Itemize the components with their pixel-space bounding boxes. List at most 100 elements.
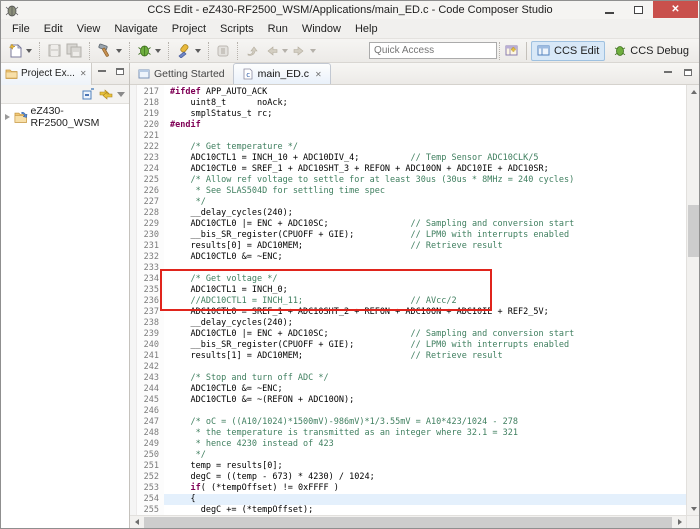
forward-dropdown-caret[interactable] [310,48,316,53]
build-dropdown-caret[interactable] [116,48,122,53]
close-button[interactable]: ✕ [653,1,698,18]
code-line-240[interactable]: __bis_SR_register(CPUOFF + GIE); // LPM0… [164,340,686,351]
code-editor[interactable]: 217 218 219 220 221 222 223 224 225 226 227 228 229 2… [130,85,686,515]
horizontal-scrollbar[interactable] [130,515,686,528]
scroll-up-button[interactable] [687,85,699,98]
code-line-243[interactable]: /* Stop and turn off ADC */ [164,373,686,384]
menu-project[interactable]: Project [165,21,213,37]
expander-icon[interactable] [5,114,10,120]
line-number: 226 [143,186,159,196]
forward-button[interactable] [290,40,318,62]
menu-scripts[interactable]: Scripts [213,21,261,37]
scroll-down-button[interactable] [687,502,699,515]
new-dropdown-caret[interactable] [26,48,32,53]
vertical-scroll-thumb[interactable] [688,205,699,257]
menu-edit[interactable]: Edit [37,21,70,37]
search-button[interactable] [174,40,203,62]
back-button[interactable] [262,40,290,62]
code-line-224[interactable]: ADC10CTL0 = SREF_1 + ADC10SHT_3 + REFON … [164,164,686,175]
code-line-222[interactable]: /* Get temperature */ [164,142,686,153]
menu-window[interactable]: Window [295,21,348,37]
code-line-219[interactable]: smplStatus_t rc; [164,109,686,120]
ccs-debug-perspective-icon [615,46,626,56]
code-line-238[interactable]: __delay_cycles(240); [164,318,686,329]
tree-item-ez430-rf2500_wsm[interactable]: eZ430-RF2500_WSM [1,105,129,129]
save-button[interactable] [45,40,64,62]
minimize-button[interactable] [595,1,624,18]
code-line-223[interactable]: ADC10CTL1 = INCH_10 + ADC10DIV_4; // Tem… [164,153,686,164]
mark-occurrences-button[interactable] [214,40,232,62]
code-line-239[interactable]: ADC10CTL0 |= ENC + ADC10SC; // Sampling … [164,329,686,340]
vertical-scrollbar[interactable] [686,85,699,515]
menu-view[interactable]: View [70,21,108,37]
code-line-227[interactable]: */ [164,197,686,208]
code-line-255[interactable]: degC += (*tempOffset); [164,505,686,515]
code-line-246[interactable] [164,406,686,417]
code-line-241[interactable]: results[1] = ADC10MEM; // Retrieve resul… [164,351,686,362]
code-line-234[interactable]: /* Get voltage */ [164,274,686,285]
view-maximize-button[interactable] [113,65,127,77]
horizontal-scroll-thumb[interactable] [144,517,672,528]
menu-run[interactable]: Run [261,21,295,37]
code-line-250[interactable]: */ [164,450,686,461]
search-dropdown-caret[interactable] [195,48,201,53]
open-perspective-button[interactable] [502,40,522,62]
scroll-left-button[interactable] [130,516,143,528]
code-line-244[interactable]: ADC10CTL0 &= ~ENC; [164,384,686,395]
code-line-253[interactable]: if( (*tempOffset) != 0xFFFF ) [164,483,686,494]
maximize-button[interactable] [624,1,653,18]
line-number: 217 [143,87,159,97]
save-all-button[interactable] [64,40,84,62]
code-line-254[interactable]: { [164,494,686,505]
menu-file[interactable]: File [5,21,37,37]
code-line-218[interactable]: uint8_t noAck; [164,98,686,109]
code-line-232[interactable]: ADC10CTL0 &= ~ENC; [164,252,686,263]
line-number: 225 [143,175,159,185]
code-line-226[interactable]: * See SLAS504D for settling time spec [164,186,686,197]
build-button[interactable] [95,40,124,62]
collapse-all-icon[interactable] [82,87,95,101]
code-line-217[interactable]: #ifdef APP_AUTO_ACK [164,87,686,98]
code-line-220[interactable]: #endif [164,120,686,131]
line-number: 254 [143,494,159,504]
code-line-242[interactable] [164,362,686,373]
back-dropdown-caret[interactable] [282,48,288,53]
code-line-229[interactable]: ADC10CTL0 |= ENC + ADC10SC; // Sampling … [164,219,686,230]
scroll-right-button[interactable] [673,516,686,528]
code-line-221[interactable] [164,131,686,142]
code-line-245[interactable]: ADC10CTL0 &= ~(REFON + ADC10ON); [164,395,686,406]
editor-minimize-button[interactable] [661,66,675,78]
code-line-251[interactable]: temp = results[0]; [164,461,686,472]
code-line-233[interactable] [164,263,686,274]
code-line-237[interactable]: ADC10CTL0 = SREF_1 + ADC10SHT_2 + REFON … [164,307,686,318]
menu-help[interactable]: Help [348,21,385,37]
perspective-ccs-debug[interactable]: CCS Debug [607,41,695,61]
debug-button[interactable] [135,40,163,62]
menu-navigate[interactable]: Navigate [107,21,164,37]
tab-getting-started[interactable]: Getting Started [130,63,233,84]
tab-close-icon[interactable]: ✕ [80,69,87,78]
tab-main-ed-c[interactable]: c main_ED.c ✕ [232,63,331,84]
code-line-236[interactable]: //ADC10CTL1 = INCH_11; // AVcc/2 [164,296,686,307]
code-line-252[interactable]: degC = ((temp - 673) * 4230) / 1024; [164,472,686,483]
perspective-ccs-edit[interactable]: CCS Edit [531,40,606,61]
code-line-248[interactable]: * the temperature is transmitted as an i… [164,428,686,439]
quick-access-input[interactable] [369,42,498,59]
view-menu-icon[interactable] [117,91,125,97]
code-line-228[interactable]: __delay_cycles(240); [164,208,686,219]
last-edit-location-button[interactable] [243,40,262,62]
code-line-249[interactable]: * hence 4230 instead of 423 [164,439,686,450]
tab-project-explorer[interactable]: Project Ex... ✕ [1,62,92,85]
editor-maximize-button[interactable] [681,66,695,78]
code-text: #ifdef APP_AUTO_ACK uint8_t noAck; smplS… [164,85,686,515]
code-line-247[interactable]: /* oC = ((A10/1024)*1500mV)-986mV)*1/3.5… [164,417,686,428]
debug-dropdown-caret[interactable] [155,48,161,53]
code-line-230[interactable]: __bis_SR_register(CPUOFF + GIE); // LPM0… [164,230,686,241]
code-line-235[interactable]: ADC10CTL1 = INCH_0; [164,285,686,296]
link-with-editor-icon[interactable] [99,88,113,100]
view-minimize-button[interactable] [95,65,109,77]
code-line-231[interactable]: results[0] = ADC10MEM; // Retrieve resul… [164,241,686,252]
tab-close-icon[interactable]: ✕ [315,70,322,79]
code-line-225[interactable]: /* Allow ref voltage to settle for at le… [164,175,686,186]
new-button[interactable] [6,40,34,62]
